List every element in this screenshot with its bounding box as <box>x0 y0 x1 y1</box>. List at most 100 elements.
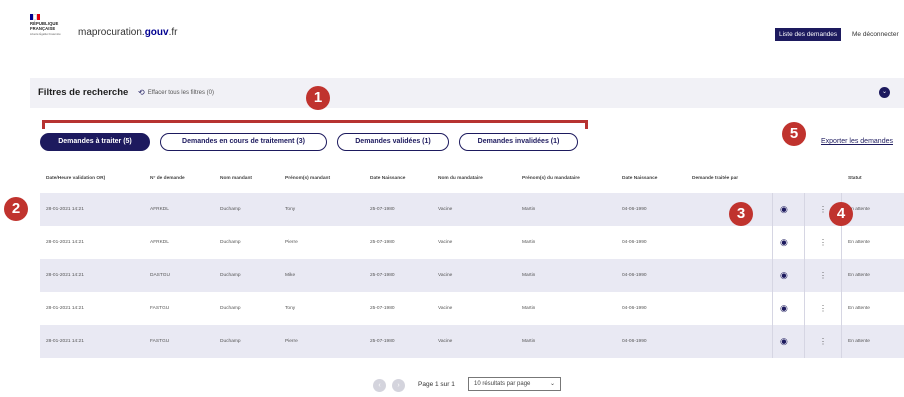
table-cell: 04-06-1990 <box>622 306 647 311</box>
table-cell: AFRKDL <box>150 240 169 245</box>
column-divider <box>772 259 773 292</box>
table-row[interactable]: 28-01-2021 14:21 AFRKDL Duchamp Tony 25-07-1… <box>40 193 904 226</box>
column-header: Prénom(s) mandant <box>285 175 331 181</box>
column-header: Date Naissance <box>370 175 406 181</box>
column-header: Demande traitée par <box>692 175 739 181</box>
table-cell: Duchamp <box>220 240 241 245</box>
list-requests-button[interactable]: Liste des demandes <box>775 28 842 41</box>
table-cell: 25-07-1980 <box>370 240 395 245</box>
column-divider <box>841 292 842 325</box>
column-header: N° de demande <box>150 175 185 181</box>
eye-icon[interactable]: ◉ <box>780 226 788 259</box>
table-cell: Tony <box>285 306 296 311</box>
eye-icon[interactable]: ◉ <box>780 259 788 292</box>
republique-francaise-logo[interactable]: RÉPUBLIQUE FRANÇAISE Liberté Égalité Fra… <box>30 14 70 48</box>
chevron-down-icon: ⌄ <box>549 381 555 387</box>
table-cell: 28-01-2021 14:21 <box>46 339 84 344</box>
table-cell: Duchamp <box>220 207 241 212</box>
table-row[interactable]: 28-01-2021 14:21 FASTGU Duchamp Pierre 25-07… <box>40 325 904 358</box>
clear-filters-button[interactable]: ⟲ Effacer tous les filtres (0) <box>138 88 214 97</box>
table-cell: Tony <box>285 207 296 212</box>
annotation-badge-2: 2 <box>4 197 28 221</box>
annotation-badge-3: 3 <box>729 202 753 226</box>
tab-invalidated[interactable]: Demandes invalidées (1) <box>459 133 578 151</box>
table-cell: Martin <box>522 306 536 311</box>
table-cell: Pierre <box>285 339 298 344</box>
table-row[interactable]: 28-01-2021 14:21 DASTGU Duchamp Mike 25-07-1… <box>40 259 904 292</box>
table-cell: Vacine <box>438 306 453 311</box>
table-cell: Mike <box>285 273 296 278</box>
chevron-left-icon: ‹ <box>378 382 381 389</box>
kebab-menu-icon[interactable]: ⋮ <box>819 259 827 292</box>
table-cell: 25-07-1980 <box>370 207 395 212</box>
table-row[interactable]: 28-01-2021 14:21 FASTGU Duchamp Tony 25-07-1… <box>40 292 904 325</box>
eye-icon[interactable]: ◉ <box>780 193 788 226</box>
table-cell: 04-06-1990 <box>622 273 647 278</box>
results-per-page-select[interactable]: 10 résultats par page ⌄ <box>468 377 561 391</box>
kebab-menu-icon[interactable]: ⋮ <box>819 292 827 325</box>
table-cell: Vacine <box>438 240 453 245</box>
kebab-menu-icon[interactable]: ⋮ <box>819 226 827 259</box>
table-cell: Martin <box>522 339 536 344</box>
column-divider <box>841 226 842 259</box>
table-cell: 28-01-2021 14:21 <box>46 273 84 278</box>
table-cell: AFRKDL <box>150 207 169 212</box>
table-cell: Martin <box>522 207 536 212</box>
table-cell: 04-06-1990 <box>622 207 647 212</box>
annotation-badge-4: 4 <box>829 202 853 226</box>
table-cell: FASTGU <box>150 339 170 344</box>
table-cell: 28-01-2021 14:21 <box>46 306 84 311</box>
filters-toggle-button[interactable]: ⌄ <box>879 87 890 98</box>
site-name-link[interactable]: maprocuration.gouv.fr <box>78 27 177 38</box>
column-divider <box>804 193 805 226</box>
column-divider <box>772 292 773 325</box>
table-cell: Martin <box>522 273 536 278</box>
clear-filters-label: Effacer tous les filtres (0) <box>147 89 214 96</box>
table-cell: 28-01-2021 14:21 <box>46 207 84 212</box>
table-row[interactable]: 28-01-2021 14:21 AFRKDL Duchamp Pierre 25-07… <box>40 226 904 259</box>
column-divider <box>804 292 805 325</box>
table-cell: Vacine <box>438 273 453 278</box>
results-per-page-value: 10 résultats par page <box>474 381 531 387</box>
eye-icon[interactable]: ◉ <box>780 292 788 325</box>
kebab-menu-icon[interactable]: ⋮ <box>819 325 827 358</box>
status-badge: En attente <box>848 273 870 278</box>
column-divider <box>804 325 805 358</box>
eye-icon[interactable]: ◉ <box>780 325 788 358</box>
table-cell: Duchamp <box>220 273 241 278</box>
table-cell: Martin <box>522 240 536 245</box>
column-divider <box>772 193 773 226</box>
annotation-bracket <box>42 120 588 129</box>
column-header: Statut <box>848 175 862 181</box>
status-badge: En attente <box>848 339 870 344</box>
table-cell: DASTGU <box>150 273 170 278</box>
table-body: 28-01-2021 14:21 AFRKDL Duchamp Tony 25-07-1… <box>40 193 904 358</box>
site-header: RÉPUBLIQUE FRANÇAISE Liberté Égalité Fra… <box>0 0 904 58</box>
kebab-menu-icon[interactable]: ⋮ <box>819 193 827 226</box>
tab-in-progress[interactable]: Demandes en cours de traitement (3) <box>160 133 327 151</box>
chevron-down-icon: ⌄ <box>881 89 888 95</box>
export-requests-link[interactable]: Exporter les demandes <box>821 138 893 145</box>
table-cell: 25-07-1980 <box>370 273 395 278</box>
filters-title: Filtres de recherche <box>38 87 129 98</box>
tab-validated[interactable]: Demandes validées (1) <box>337 133 449 151</box>
annotation-badge-1: 1 <box>306 86 330 110</box>
search-filters-bar: Filtres de recherche ⟲ Effacer tous les … <box>30 78 904 108</box>
logout-button[interactable]: Me déconnecter <box>852 28 899 41</box>
page-indicator: Page 1 sur 1 <box>418 381 455 388</box>
table-cell: 28-01-2021 14:21 <box>46 240 84 245</box>
status-badge: En attente <box>848 240 870 245</box>
column-header: Prénom(s) du mandataire <box>522 175 580 181</box>
column-header: Date/Heure validation OR) <box>46 175 106 181</box>
tab-to-process[interactable]: Demandes à traiter (5) <box>40 133 150 151</box>
requests-table: Date/Heure validation OR) N° de demande No… <box>40 163 904 358</box>
table-cell: Vacine <box>438 207 453 212</box>
status-badge: En attente <box>848 306 870 311</box>
table-cell: FASTGU <box>150 306 170 311</box>
refresh-icon: ⟲ <box>138 88 145 97</box>
previous-page-button[interactable]: ‹ <box>373 379 386 392</box>
column-divider <box>772 325 773 358</box>
table-header: Date/Heure validation OR) N° de demande No… <box>40 163 904 193</box>
next-page-button[interactable]: › <box>392 379 405 392</box>
annotation-badge-5: 5 <box>782 122 806 146</box>
